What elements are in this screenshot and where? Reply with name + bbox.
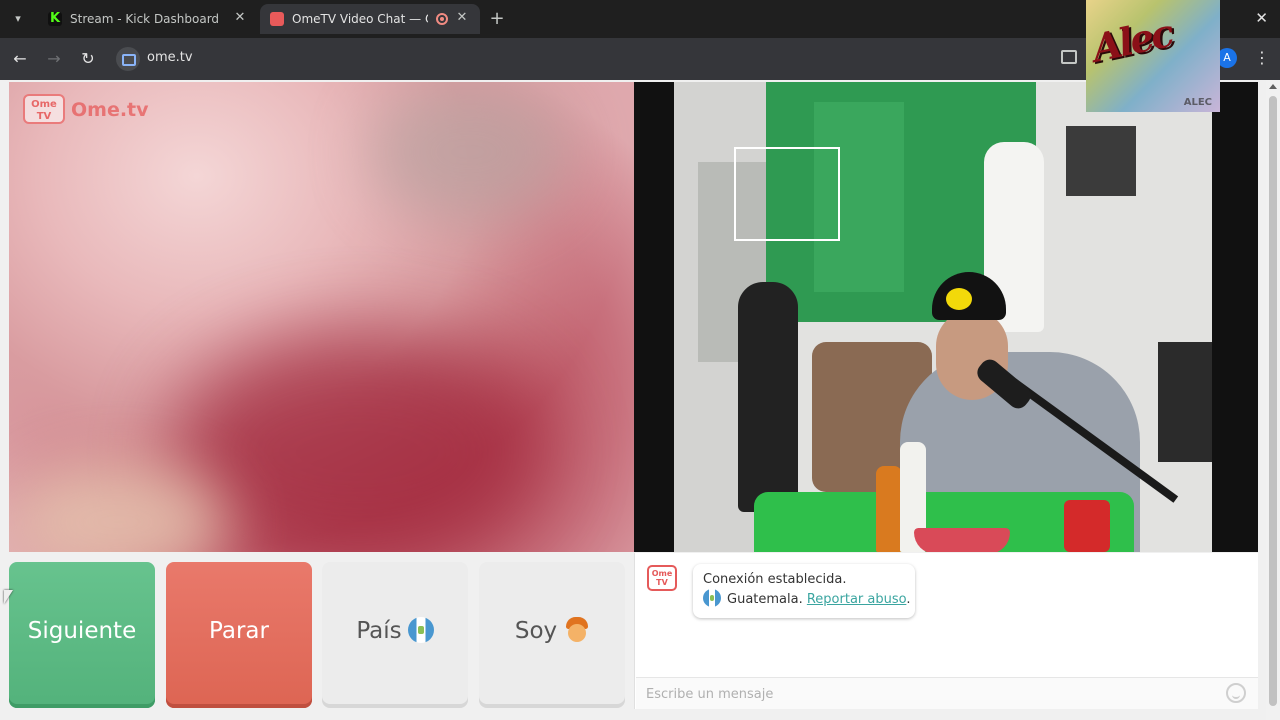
tv-logo-icon: Ome TV — [23, 94, 65, 124]
tab-ometv[interactable]: OmeTV Video Chat — Ome ✕ — [260, 4, 480, 34]
stranger-video: Ome TV Ome.tv — [9, 82, 634, 552]
report-abuse-link[interactable]: Reportar abuso — [807, 592, 907, 607]
browser-menu-button[interactable]: ⋮ — [1254, 48, 1270, 68]
profile-avatar[interactable]: A — [1217, 48, 1237, 68]
boy-face-icon — [565, 616, 589, 643]
close-icon[interactable]: ✕ — [454, 10, 470, 26]
next-button[interactable]: Siguiente — [9, 562, 155, 708]
guatemala-flag-icon — [703, 589, 721, 607]
tab-kick-dashboard[interactable]: K Stream - Kick Dashboard ✕ — [38, 4, 258, 34]
connection-status: Conexión establecida. — [703, 572, 847, 587]
site-info-icon[interactable] — [116, 47, 140, 71]
graffiti-logo: Alec — [1088, 10, 1176, 71]
address-bar[interactable]: ome.tv — [147, 50, 193, 65]
scroll-thumb[interactable] — [1269, 96, 1277, 706]
ometv-icon — [270, 12, 284, 26]
new-tab-button[interactable]: + — [486, 8, 508, 30]
install-app-icon[interactable] — [1061, 50, 1077, 64]
scroll-up-icon[interactable] — [1269, 84, 1277, 89]
chat-panel: Ome TV Conexión establecida. Guatemala. R… — [634, 553, 1258, 709]
tab-label: OmeTV Video Chat — Ome — [292, 12, 428, 26]
report-suffix: . — [906, 592, 911, 607]
system-message: Conexión establecida. Guatemala. Reporta… — [693, 564, 915, 618]
emoji-icon[interactable] — [1226, 683, 1246, 703]
camera-scene — [674, 82, 1212, 552]
guatemala-flag-icon — [407, 616, 434, 643]
back-button[interactable]: ← — [8, 47, 32, 71]
reload-button[interactable]: ↻ — [76, 47, 100, 71]
forward-button[interactable]: → — [42, 47, 66, 71]
kick-icon: K — [48, 11, 62, 26]
logo-name: Ome.tv — [71, 99, 149, 121]
next-button-label: Siguiente — [27, 618, 137, 644]
gender-button-label: Soy — [514, 618, 558, 644]
stream-overlay-logo: Alec ALEC — [1086, 0, 1220, 112]
close-window-button[interactable]: ✕ — [1255, 9, 1268, 27]
mouse-cursor-icon — [4, 590, 13, 604]
country-button-label: País — [356, 618, 402, 644]
stop-button-label: Parar — [209, 618, 269, 644]
partner-country: Guatemala. — [727, 592, 803, 607]
message-input[interactable] — [646, 684, 1206, 704]
own-camera-video — [634, 82, 1258, 552]
stop-button[interactable]: Parar — [166, 562, 312, 708]
graffiti-tag: ALEC — [1183, 97, 1212, 108]
country-filter-button[interactable]: País — [322, 562, 468, 708]
message-input-bar — [636, 677, 1258, 709]
tab-search-button[interactable]: ▾ — [6, 7, 30, 31]
partner-country-line: Guatemala. Reportar abuso. — [703, 589, 911, 607]
ometv-avatar-icon: Ome TV — [647, 565, 677, 591]
recording-icon — [436, 13, 448, 25]
face-detection-box — [734, 147, 840, 241]
gender-button[interactable]: Soy — [479, 562, 625, 708]
close-icon[interactable]: ✕ — [232, 10, 248, 26]
page-scrollbar[interactable] — [1266, 80, 1280, 720]
tab-label: Stream - Kick Dashboard — [70, 12, 220, 26]
